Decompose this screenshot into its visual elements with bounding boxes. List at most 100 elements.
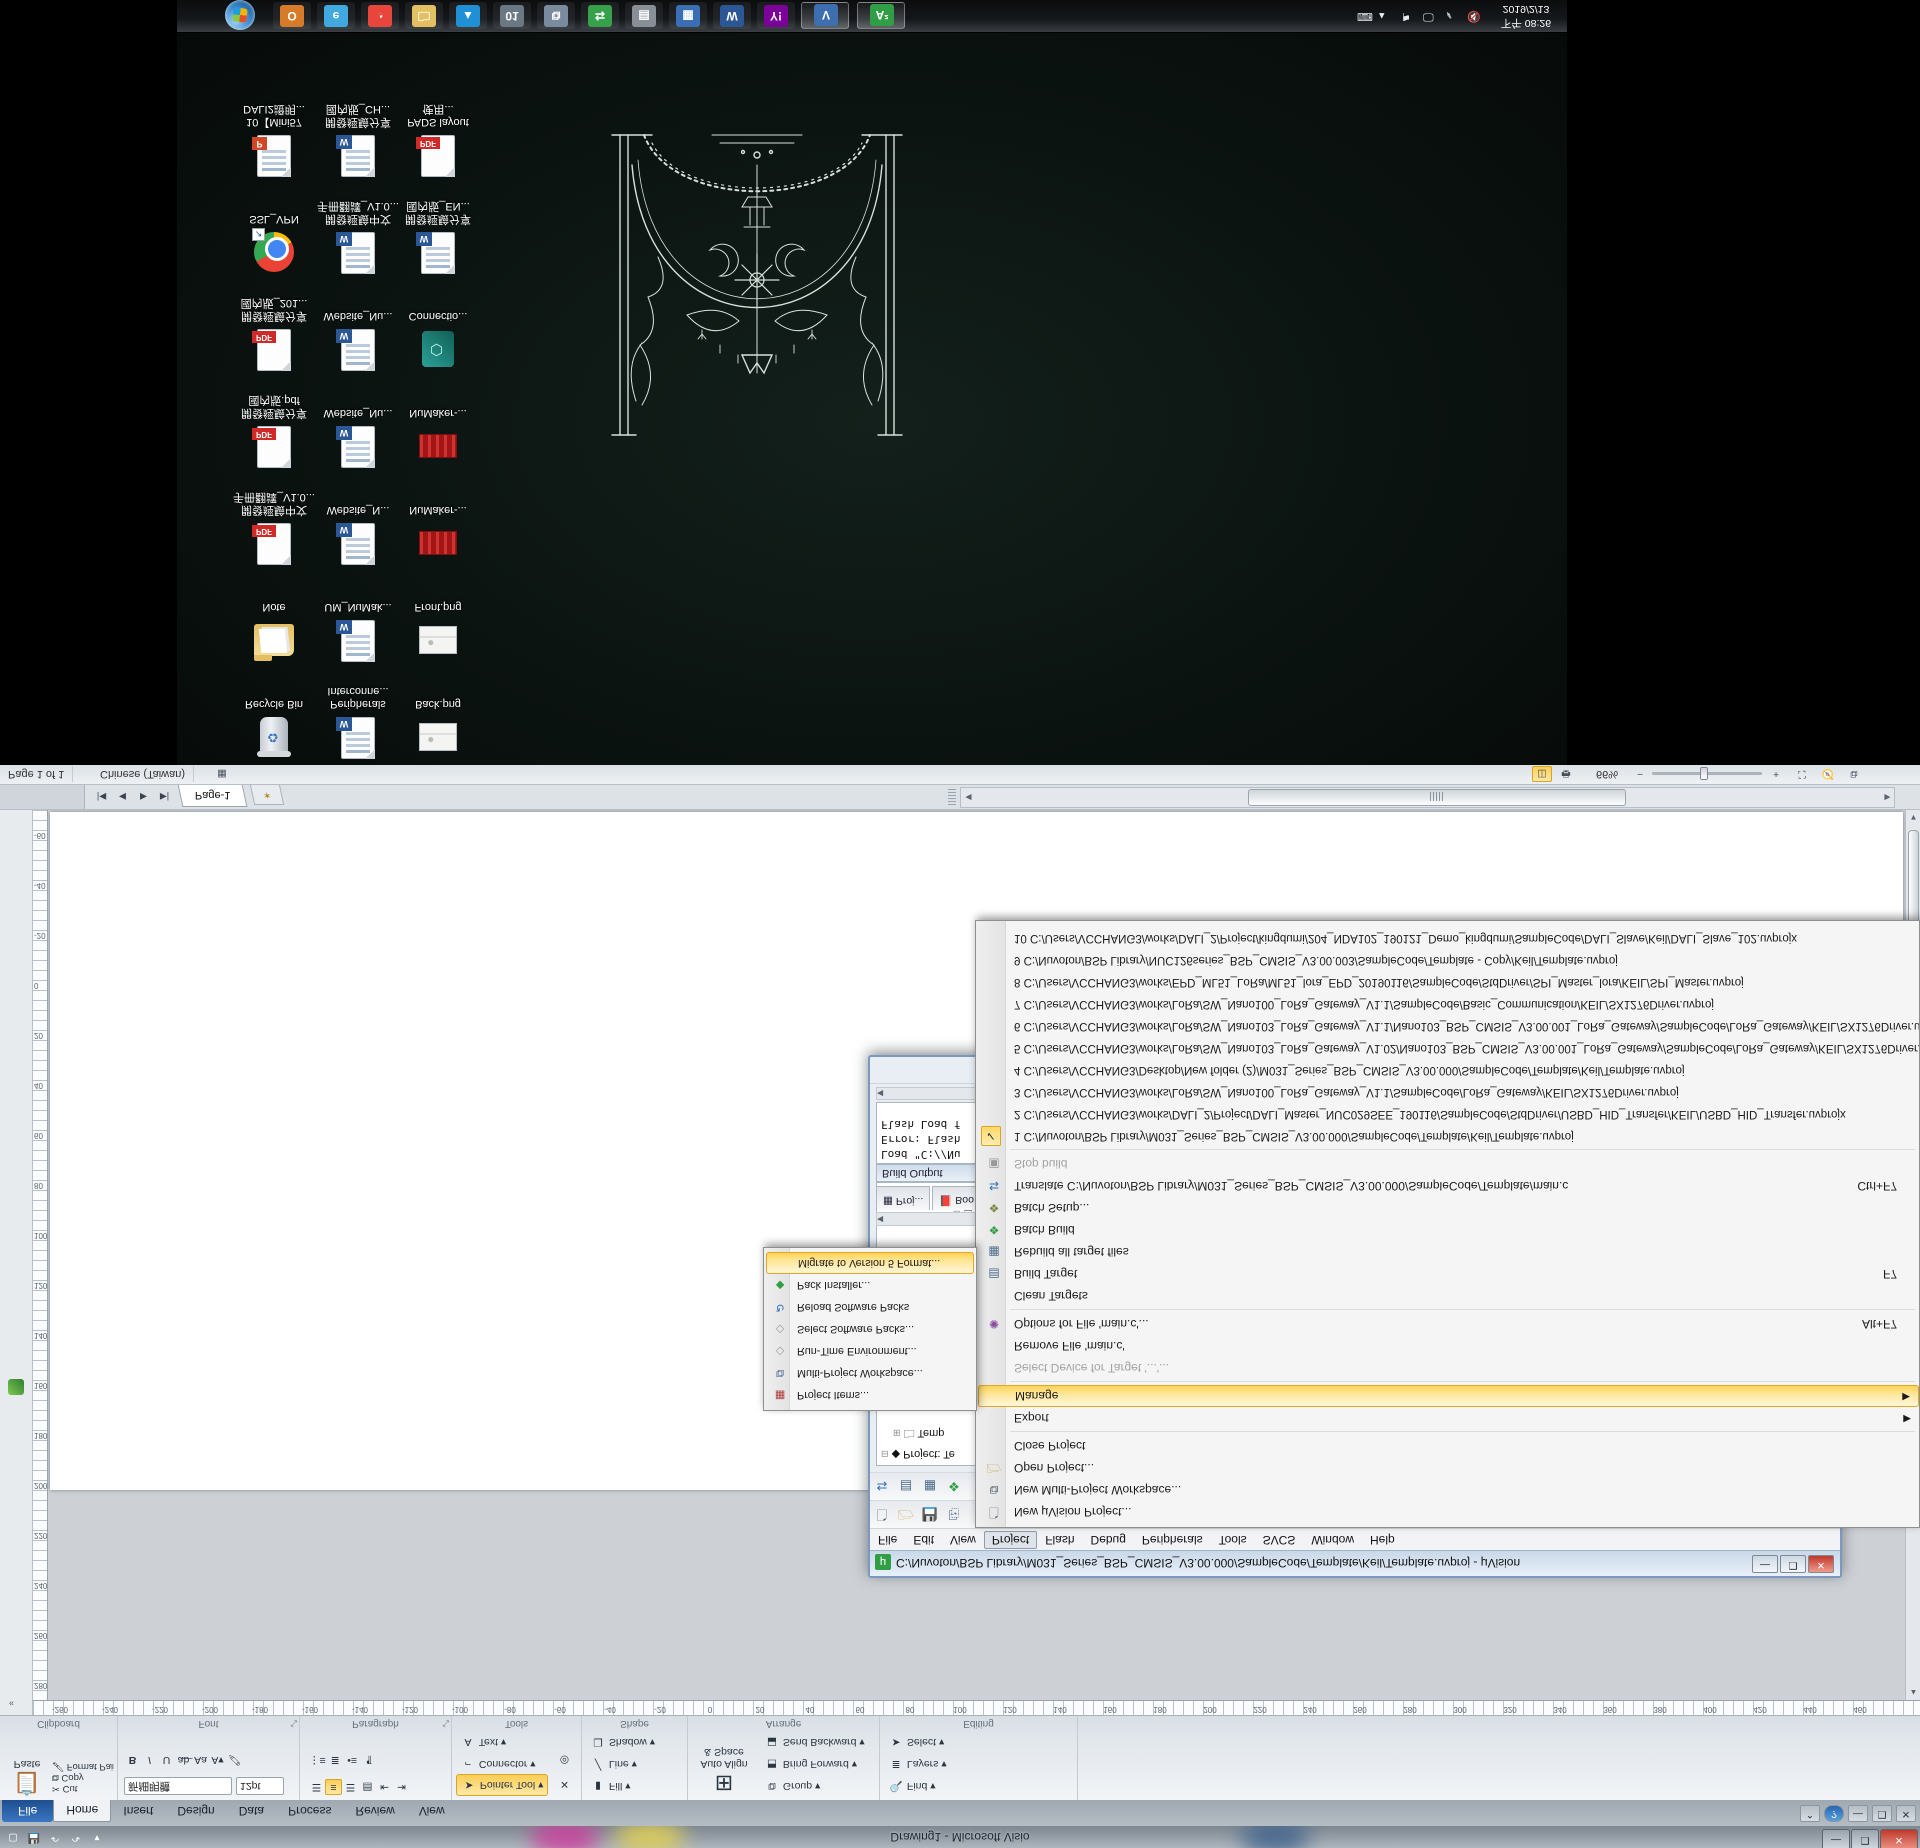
doc-minimize-icon[interactable]: — [1848, 1805, 1868, 1822]
menu-item-build[interactable]: ▤Build TargetF7 [978, 1263, 1919, 1285]
underline-button[interactable]: U [158, 1752, 175, 1768]
menu-item-new[interactable]: 🗋New µVision Project... [978, 1501, 1919, 1523]
font-name-select[interactable]: 新細明體 [124, 1777, 232, 1795]
display-icon[interactable]: 🖵 [1423, 10, 1434, 23]
scroll-up-icon[interactable]: ▲ [1906, 1685, 1920, 1700]
menu-item-new[interactable]: ⧉New Multi-Project Workspace... [978, 1479, 1919, 1501]
align-right-button[interactable]: ☰ [342, 1779, 359, 1795]
menu-svcs[interactable]: SVCS [1255, 1531, 1304, 1549]
calculator-icon[interactable]: ▦ [669, 2, 707, 29]
new-icon[interactable]: 🗋 [871, 1503, 893, 1525]
desktop-icon-umnumak[interactable]: WUM_NuMak... [317, 600, 399, 662]
network-icon[interactable]: ⸙ [1445, 8, 1453, 23]
desktop-icon-[interactable]: PDF開發經驗分享國內版_201... [233, 296, 315, 371]
submenu-item-multiproject[interactable]: ⧉Multi-Project Workspace... [766, 1362, 974, 1384]
menu-item-clean[interactable]: Clean Targets [978, 1285, 1919, 1307]
menu-item-remove[interactable]: Remove File 'main.c' [978, 1335, 1919, 1357]
translate-icon[interactable]: ⇆ [871, 1475, 893, 1497]
menu-item-recent[interactable]: 3 C:/Users/VCCHANG3/works/LoRa/SW_Nano10… [978, 1081, 1919, 1103]
submenu-item-migrate[interactable]: Migrate to Version 5 Format... [766, 1252, 974, 1274]
pane-view-icon[interactable]: ◫ [1532, 766, 1552, 782]
switch-windows-icon[interactable]: ⧉ [1844, 766, 1864, 782]
shape-fill-button[interactable]: ▮ Fill ▾ [586, 1774, 635, 1796]
keyboard-icon[interactable]: ⌨ [1357, 10, 1373, 23]
horizontal-scroll-thumb[interactable] [1248, 789, 1626, 806]
submenu-item-pack[interactable]: ◆Pack Installer... [766, 1274, 974, 1296]
desktop-icon-frontpng[interactable]: Front.png [397, 600, 479, 662]
menu-item-manage[interactable]: Manage▶ [978, 1385, 1919, 1407]
increase-indent-button[interactable]: ⇥ [393, 1779, 410, 1795]
zoom-out-icon[interactable]: − [1630, 766, 1650, 782]
visio-titlebar[interactable]: ▢💾↶↷▾ Drawing1 - Microsoft Visio —❐✕ [0, 1826, 1920, 1848]
menu-flash[interactable]: Flash [1037, 1531, 1082, 1549]
paste-button[interactable]: 📋Paste [4, 1758, 50, 1796]
restore-button[interactable]: ❐ [1851, 1829, 1879, 1848]
explorer-icon[interactable]: 🗀 [405, 2, 443, 29]
menu-help[interactable]: Help [1362, 1531, 1403, 1549]
tool-pointer-tool[interactable]: ➤ Pointer Tool ▾ [456, 1774, 548, 1796]
restore-button[interactable]: ❐ [1780, 1555, 1806, 1573]
align-center-button[interactable]: ≡ [325, 1779, 342, 1795]
chrome-icon[interactable]: ◔ [361, 2, 399, 29]
menu-item-recent[interactable]: 5 C:/Users/VCCHANG3/works/LoRa/SW_Nano10… [978, 1037, 1919, 1059]
close-button[interactable]: ✕ [1808, 1555, 1834, 1573]
status-page-indicator[interactable]: Page 1 of 1 [0, 766, 73, 782]
arrange-send-backward-button[interactable]: ⬓ Send Backward ▾ [760, 1730, 869, 1752]
desktop-icon-numaker[interactable]: NuMaker-... [397, 503, 479, 565]
menu-item-recent[interactable]: 10 C:/Users/VCCHANG3/works/DALI_2/Projec… [978, 927, 1919, 949]
pan-zoom-icon[interactable]: 🧭 [1818, 766, 1838, 782]
status-language[interactable]: Chinese (Taiwan) [92, 766, 194, 782]
page-nav-button[interactable]: ▶ [134, 788, 153, 806]
desktop-icon-backpng[interactable]: Back.png [397, 697, 479, 759]
collapse-ribbon-icon[interactable]: ⌃ [1800, 1805, 1820, 1822]
bold-button[interactable]: B [124, 1752, 141, 1768]
menu-item-recent[interactable]: 2 C:/Users/VCCHANG3/works/DALI_2/Project… [978, 1103, 1919, 1125]
shape-line-button[interactable]: ╱ Line ▾ [586, 1752, 641, 1774]
yahoo-icon[interactable]: Y! [757, 2, 795, 29]
menu-item-batch[interactable]: ❖Batch Setup... [978, 1197, 1919, 1219]
scroll-right-icon[interactable]: ▶ [1880, 790, 1895, 805]
minimize-button[interactable]: — [1752, 1555, 1778, 1573]
zoom-slider[interactable] [1652, 772, 1762, 775]
editing-layers-button[interactable]: ≣ Layers ▾ [884, 1752, 951, 1774]
build-icon[interactable]: ▤ [895, 1475, 917, 1497]
font-size-select[interactable]: 12pt [236, 1777, 284, 1795]
desktop-icon-padslayout[interactable]: PDFPADS layout使用... [397, 102, 479, 177]
volume-muted-icon[interactable]: 🔇 [1467, 10, 1481, 23]
menu-item-rebuild[interactable]: ▦Rebuild all target files [978, 1241, 1919, 1263]
mobile-center-icon[interactable]: ▤ [625, 2, 663, 29]
menu-item-stop[interactable]: ▣Stop build [978, 1153, 1919, 1175]
tab-review[interactable]: Review [343, 1800, 406, 1822]
menu-item-batch[interactable]: ❖Batch Build [978, 1219, 1919, 1241]
panel-tab-proj[interactable]: ▦ Proj... [876, 1186, 930, 1210]
tree-expander-icon[interactable]: ⊞ [893, 1428, 901, 1438]
menu-item-translate[interactable]: ⇆Translate C:/Nuvoton/BSP Library/M031_S… [978, 1175, 1919, 1197]
close-button[interactable]: ✕ [1880, 1829, 1918, 1848]
tab-home[interactable]: Home [53, 1800, 111, 1822]
desktop-icon-[interactable]: W開發經驗分享國內版_CH... [317, 102, 399, 177]
case-button[interactable]: Aa [192, 1752, 209, 1768]
tab-process[interactable]: Process [276, 1800, 343, 1822]
uvision-window-button[interactable]: A² [857, 2, 905, 29]
visio-window-button[interactable]: V [801, 2, 849, 29]
menu-peripherals[interactable]: Peripherals [1134, 1531, 1211, 1549]
remote-desktop-icon[interactable]: ⧉ [537, 2, 575, 29]
desktop-icon-10mini57[interactable]: P10【Mini57DALI2證明... [233, 102, 315, 177]
scroll-left-icon[interactable]: ◀ [961, 790, 976, 805]
menu-item-close[interactable]: Close Project [978, 1435, 1919, 1457]
desktop-icon-peripherals[interactable]: WPeripheralsInterconne... [317, 684, 399, 759]
input-flag-icon[interactable]: ⚑ [1401, 10, 1411, 23]
justify-button[interactable]: ▤ [359, 1779, 376, 1795]
bullets-button[interactable]: •≡ [344, 1752, 361, 1768]
strikethrough-button[interactable]: a̶b̶ [175, 1752, 192, 1768]
fit-page-icon[interactable]: ⛶ [1792, 766, 1812, 782]
line-spacing-button[interactable]: ⋮≡ [308, 1752, 327, 1768]
auto-align-space-button[interactable]: ⊞Auto Align& Space [692, 1746, 756, 1796]
menu-window[interactable]: Window [1303, 1531, 1362, 1549]
desktop-icon-sslvpn[interactable]: ↗SSL_VPN [233, 212, 315, 274]
highlight-button[interactable]: 🖍 [226, 1752, 243, 1768]
page-nav-button[interactable]: |◀ [92, 788, 111, 806]
desktop-icon-[interactable]: PDF開發經驗分享國內版.pdf [233, 393, 315, 468]
menu-tools[interactable]: Tools [1211, 1531, 1255, 1549]
format-painter-button[interactable]: 🖌 Format Painter [52, 1761, 114, 1772]
